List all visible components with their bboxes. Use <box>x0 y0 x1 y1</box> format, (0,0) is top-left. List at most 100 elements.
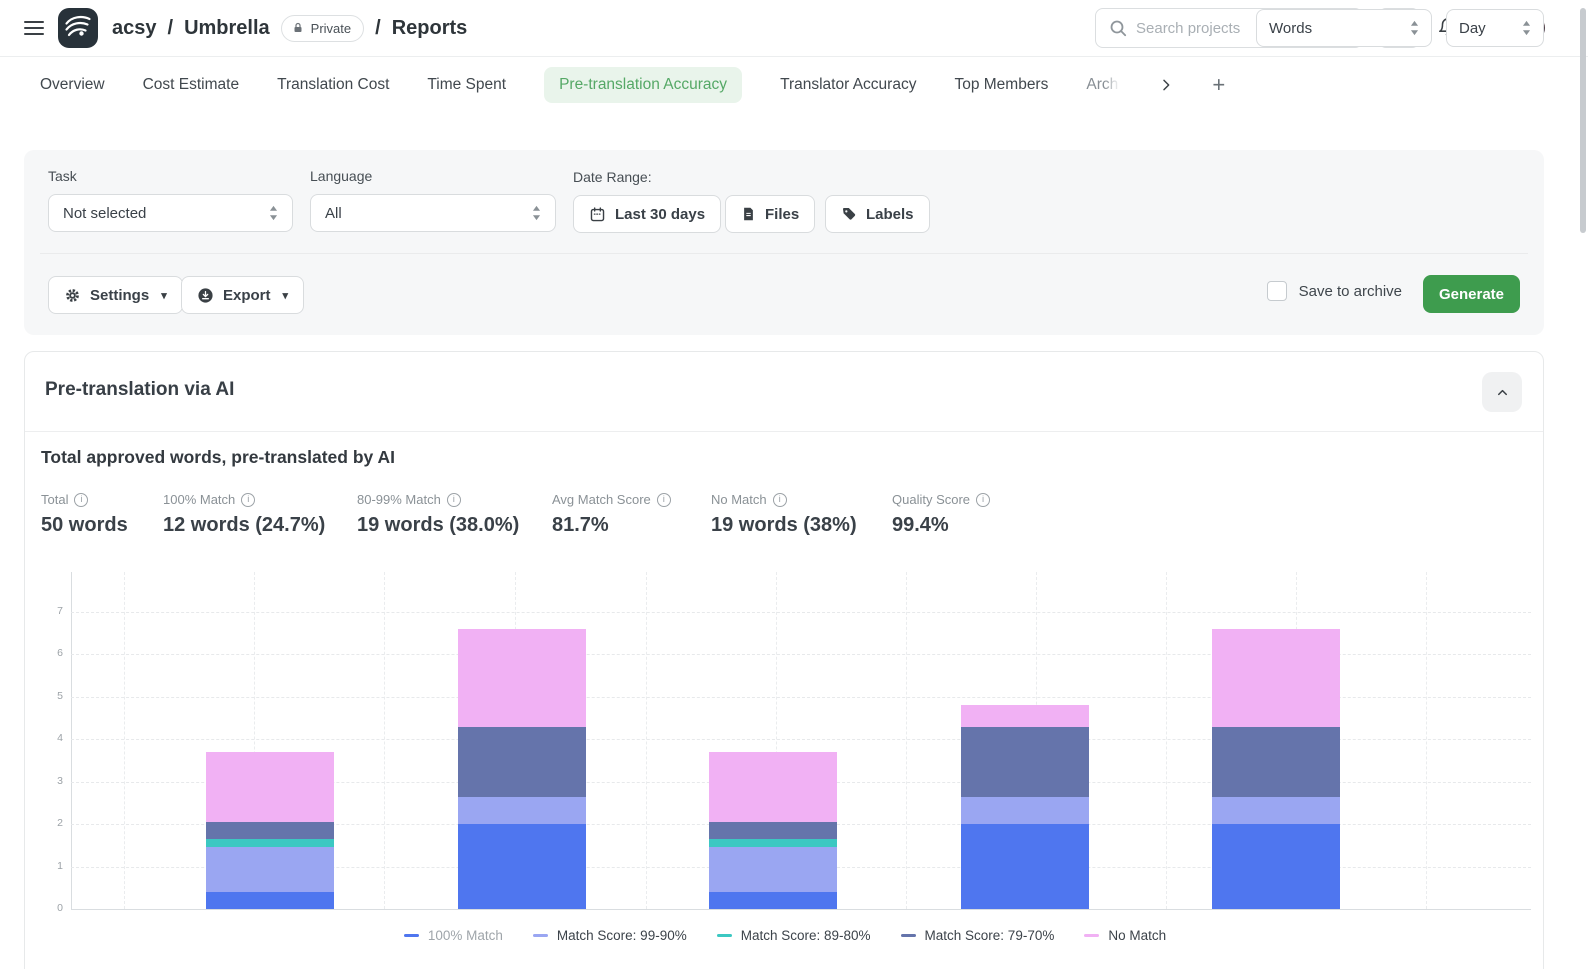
y-axis-line <box>71 572 72 909</box>
language-label: Language <box>310 168 372 184</box>
report-tabs: Overview Cost Estimate Translation Cost Tim… <box>0 57 1588 113</box>
save-to-archive-checkbox[interactable] <box>1267 281 1287 301</box>
chevron-up-icon <box>1495 385 1510 400</box>
bar-segment-100-match <box>206 892 334 909</box>
section-divider <box>25 431 1543 432</box>
unit-select[interactable]: Words <box>1256 9 1432 47</box>
stat-value: 19 words (38.0%) <box>357 514 552 537</box>
save-to-archive-label: Save to archive <box>1299 283 1402 300</box>
bar-segment-match-score-79-70- <box>961 727 1089 797</box>
legend-item-no-match[interactable]: No Match <box>1084 928 1166 943</box>
stat-80-99-match: 80-99% Matchi19 words (38.0%) <box>357 492 552 537</box>
tab-overview[interactable]: Overview <box>40 76 105 94</box>
report-filters-panel: Task Not selected Language All Date Rang… <box>24 150 1544 335</box>
bar-segment-match-score-99-90- <box>1212 797 1340 825</box>
y-axis-tick: 3 <box>25 775 63 787</box>
tabs-overflow-button[interactable] <box>1158 77 1174 93</box>
y-axis-tick: 2 <box>25 817 63 829</box>
y-axis-tick: 0 <box>25 902 63 914</box>
info-icon[interactable]: i <box>241 493 255 507</box>
file-icon <box>741 206 756 222</box>
breadcrumb-project[interactable]: Umbrella <box>184 17 270 40</box>
breadcrumb-team[interactable]: acsy <box>112 17 157 40</box>
bar-segment-no-match <box>1212 629 1340 727</box>
tab-top-members[interactable]: Top Members <box>954 76 1048 94</box>
tab-cost-estimate[interactable]: Cost Estimate <box>143 76 239 94</box>
vertical-gridline <box>1166 572 1167 909</box>
info-icon[interactable]: i <box>976 493 990 507</box>
tab-translation-cost[interactable]: Translation Cost <box>277 76 389 94</box>
settings-button[interactable]: Settings ▾ <box>48 276 183 314</box>
legend-swatch <box>1084 934 1099 937</box>
bar-segment-match-score-99-90- <box>709 847 837 892</box>
bar-segment-match-score-79-70- <box>206 822 334 839</box>
app-logo[interactable] <box>58 8 98 48</box>
bar-segment-match-score-79-70- <box>458 727 586 797</box>
stat-value: 12 words (24.7%) <box>163 514 357 537</box>
export-button[interactable]: Export ▾ <box>181 276 304 314</box>
tag-icon <box>841 206 857 222</box>
download-icon <box>197 287 214 304</box>
bar-segment-100-match <box>709 892 837 909</box>
legend-item-100-match[interactable]: 100% Match <box>404 928 503 943</box>
tab-pre-translation-accuracy[interactable]: Pre-translation Accuracy <box>544 67 742 103</box>
y-axis-tick: 5 <box>25 690 63 702</box>
language-select[interactable]: All <box>310 194 556 232</box>
legend-swatch <box>404 934 419 937</box>
sort-arrows-icon <box>269 205 278 221</box>
generate-button[interactable]: Generate <box>1423 275 1520 313</box>
task-label: Task <box>48 168 77 184</box>
collapse-section-button[interactable] <box>1482 372 1522 412</box>
task-select[interactable]: Not selected <box>48 194 293 232</box>
report-display-controls: Words Day <box>1256 9 1544 47</box>
stat-avg-match-score: Avg Match Scorei81.7% <box>552 492 711 537</box>
files-filter-button[interactable]: Files <box>725 195 815 233</box>
stat-value: 50 words <box>41 514 163 537</box>
sort-arrows-icon <box>532 205 541 221</box>
date-range-label: Date Range: <box>573 169 652 185</box>
chart-legend: 100% Match Match Score: 99-90% Match Score… <box>25 928 1545 943</box>
add-report-tab-button[interactable]: + <box>1212 72 1225 98</box>
info-icon[interactable]: i <box>447 493 461 507</box>
tab-time-spent[interactable]: Time Spent <box>427 76 506 94</box>
date-range-button[interactable]: Last 30 days <box>573 195 721 233</box>
vertical-gridline <box>384 572 385 909</box>
period-select[interactable]: Day <box>1446 9 1544 47</box>
legend-item-match-score-79-70-[interactable]: Match Score: 79-70% <box>901 928 1055 943</box>
stats-row: Totali50 words100% Matchi12 words (24.7%… <box>41 492 1032 537</box>
legend-item-match-score-89-80-[interactable]: Match Score: 89-80% <box>717 928 871 943</box>
bar-segment-100-match <box>1212 824 1340 909</box>
stat-no-match: No Matchi19 words (38%) <box>711 492 892 537</box>
labels-filter-button[interactable]: Labels <box>825 195 930 233</box>
legend-item-match-score-99-90-[interactable]: Match Score: 99-90% <box>533 928 687 943</box>
lock-icon <box>292 22 304 34</box>
caret-down-icon: ▾ <box>161 289 167 302</box>
chart: 01234567 <box>25 572 1545 917</box>
stat-value: 81.7% <box>552 514 711 537</box>
info-icon[interactable]: i <box>657 493 671 507</box>
horizontal-gridline <box>71 612 1531 613</box>
bar-segment-match-score-99-90- <box>206 847 334 892</box>
pretranslation-report-card: Pre-translation via AI Total approved wo… <box>24 351 1544 969</box>
chevron-right-icon <box>1158 77 1174 93</box>
bar-segment-match-score-79-70- <box>709 822 837 839</box>
vertical-gridline <box>124 572 125 909</box>
breadcrumb: acsy / Umbrella Private / Reports <box>112 15 467 42</box>
bar-segment-match-score-99-90- <box>961 797 1089 825</box>
info-icon[interactable]: i <box>773 493 787 507</box>
x-axis-line <box>71 909 1531 910</box>
bar-segment-100-match <box>961 824 1089 909</box>
stat-value: 19 words (38%) <box>711 514 892 537</box>
section-title: Pre-translation via AI <box>45 379 234 401</box>
bar-segment-match-score-79-70- <box>1212 727 1340 797</box>
page-scrollbar[interactable] <box>1580 8 1586 233</box>
tab-arch[interactable]: Arch <box>1086 76 1120 94</box>
search-icon <box>1109 19 1127 37</box>
menu-icon[interactable] <box>24 21 44 35</box>
vertical-gridline <box>906 572 907 909</box>
bar-segment-match-score-89-80- <box>709 839 837 847</box>
tab-translator-accuracy[interactable]: Translator Accuracy <box>780 76 916 94</box>
y-axis-tick: 4 <box>25 732 63 744</box>
info-icon[interactable]: i <box>74 493 88 507</box>
bar-segment-no-match <box>206 752 334 822</box>
